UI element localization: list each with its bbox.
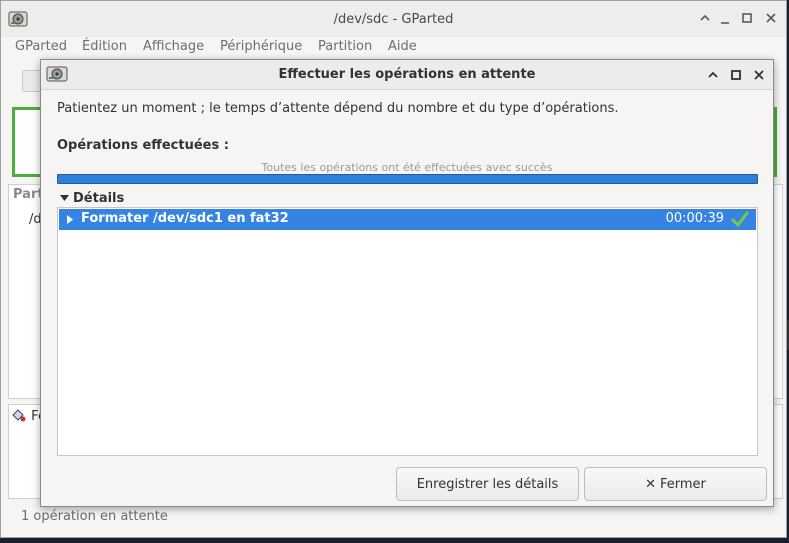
main-window-title: /dev/sdc - GParted [333,12,454,27]
close-x-icon: ✕ [645,476,656,492]
save-details-button[interactable]: Enregistrer les détails [396,467,579,501]
menu-gparted[interactable]: GParted [15,39,67,54]
minimize-icon[interactable] [717,10,733,26]
menu-partition[interactable]: Partition [318,39,372,54]
partition-list-header[interactable]: Part [13,187,44,202]
menubar: GParted Édition Affichage Périphérique P… [1,37,786,59]
operation-label: Formater /dev/sdc1 en fat32 [81,211,289,226]
progress-fill [58,175,757,183]
operations-done-label: Opérations effectuées : [57,138,229,153]
close-button[interactable]: ✕ Fermer [584,467,767,501]
chevron-up-icon[interactable] [705,67,721,83]
progress-text: Toutes les opérations ont été effectuées… [261,161,553,174]
dialog-titlebar: Effectuer les opérations en attente [41,60,773,90]
maximize-icon[interactable] [728,67,744,83]
status-text: 1 opération en attente [21,509,168,524]
details-expander[interactable]: Détails [59,190,124,206]
menu-aide[interactable]: Aide [388,39,417,54]
details-tree[interactable]: Formater /dev/sdc1 en fat32 00:00:39 [57,207,758,456]
save-details-label: Enregistrer les détails [416,476,559,492]
menu-edition[interactable]: Édition [82,39,127,54]
check-icon [731,210,749,232]
dialog-message: Patientez un moment ; le temps d’attente… [57,101,619,116]
dialog-title: Effectuer les opérations en attente [278,67,536,82]
details-label: Détails [73,190,125,206]
format-icon [12,409,26,422]
progress-bar [57,174,758,184]
menu-affichage[interactable]: Affichage [143,39,204,54]
close-icon[interactable] [763,10,779,26]
triangle-right-icon[interactable] [66,214,74,229]
triangle-down-icon [60,195,69,201]
operation-row[interactable]: Formater /dev/sdc1 en fat32 00:00:39 [59,209,756,230]
maximize-icon[interactable] [739,10,755,26]
main-titlebar: /dev/sdc - GParted [1,1,786,37]
close-button-label: Fermer [660,476,706,492]
apply-operations-dialog: Effectuer les opérations en attente Pati… [40,59,774,507]
menu-peripherique[interactable]: Périphérique [220,39,302,54]
close-icon[interactable] [751,67,767,83]
chevron-up-icon[interactable] [697,10,713,26]
operation-time: 00:00:39 [665,211,724,226]
